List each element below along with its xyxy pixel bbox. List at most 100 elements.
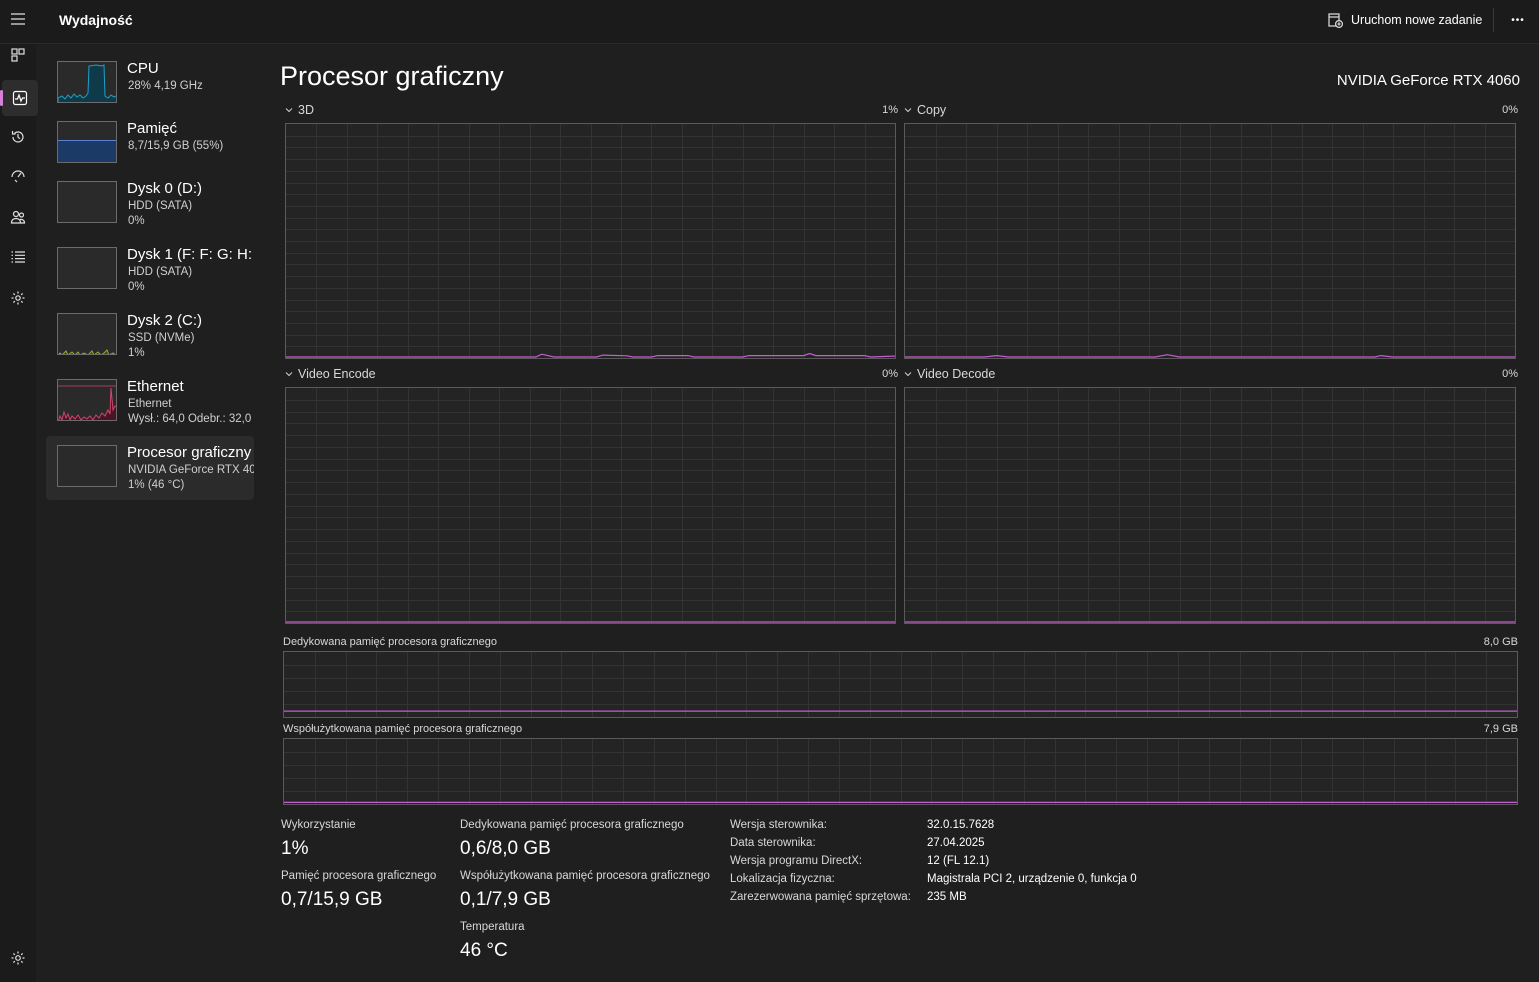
app-history-icon [11,131,24,143]
run-new-task-label: Uruchom nowe zadanie [1351,13,1483,27]
shared-memory-value: 0,1/7,9 GB [460,889,551,910]
shared-memory-graph-label: Współużytkowana pamięć procesora graficz… [283,723,523,735]
nav-app-history[interactable] [0,119,36,155]
graph-max-pct: 1% [882,104,898,116]
shared-memory-label: Współużytkowana pamięć procesora graficz… [460,870,710,882]
cpu-thumbnail-graph [57,61,117,103]
device-type: HDD (SATA) [128,266,193,278]
disk-2-thumbnail-graph [57,313,117,355]
device-name: Dysk 1 (F: F: G: H: I [127,246,254,263]
device-usage: 1% [128,347,145,359]
graph-grid [286,388,895,623]
shared-memory-graph-max: 7,9 GB [1483,723,1518,735]
dedicated-memory-value: 0,6/8,0 GB [460,838,551,859]
temperature-label: Temperatura [460,921,525,933]
graph-max-pct: 0% [882,368,898,380]
nav-details[interactable] [0,239,36,275]
physical-location-value: Magistrala PCI 2, urządzenie 0, funkcja … [927,873,1137,885]
startup-apps-icon [11,170,25,183]
device-throughput: Wysł.: 64,0 Odebr.: 32,0 [128,413,252,425]
new-task-icon [1328,12,1343,28]
device-name: Dysk 2 (C:) [127,312,202,329]
graph-label: Video Encode [298,367,376,381]
memory-thumbnail-graph [57,121,117,163]
dedicated-memory-label: Dedykowana pamięć procesora graficznego [460,819,684,831]
gpu-memory-label: Pamięć procesora graficznego [281,870,437,882]
graph-max-pct: 0% [1502,368,1518,380]
device-detail: 28% 4,19 GHz [128,80,203,92]
reserved-memory-label: Zarezerwowana pamięć sprzętowa: [730,891,911,903]
nav-users[interactable] [0,199,36,235]
graph-video-decode [904,387,1516,624]
device-memory[interactable]: Pamięć 8,7/15,9 GB (55%) [46,112,254,176]
engine-selector-3d[interactable]: 3D [285,103,314,117]
chevron-down-icon [285,372,293,377]
graph-grid [905,388,1515,623]
disk-0-thumbnail-graph [57,181,117,223]
device-name: Pamięć [127,120,178,137]
page-title: Procesor graficzny [280,61,504,91]
device-name: Ethernet [127,378,184,395]
directx-version-value: 12 (FL 12.1) [927,855,990,867]
graph-grid [284,739,1517,804]
dedicated-memory-graph [283,651,1518,718]
graph-grid [905,124,1515,358]
device-ethernet[interactable]: Ethernet Ethernet Wysł.: 64,0 Odebr.: 32… [46,370,254,434]
driver-date-value: 27.04.2025 [927,837,985,849]
reserved-memory-value: 235 MB [927,891,967,903]
chevron-down-icon [285,108,293,113]
device-type: SSD (NVMe) [128,332,195,344]
graph-video-encode [285,387,896,624]
graph-label: Copy [917,103,947,117]
gpu-memory-value: 0,7/15,9 GB [281,889,383,910]
engine-selector-copy[interactable]: Copy [904,103,946,117]
hamburger-icon [11,13,25,25]
chevron-down-icon [904,108,912,113]
graph-3d [285,123,896,359]
device-disk-1[interactable]: Dysk 1 (F: F: G: H: I HDD (SATA) 0% [46,238,254,302]
device-model: NVIDIA GeForce RTX 4060 [128,464,254,476]
processes-icon [11,48,25,62]
device-cpu[interactable]: CPU 28% 4,19 GHz [46,52,254,116]
utilization-label: Wykorzystanie [281,819,356,831]
services-icon [11,291,25,305]
device-type: HDD (SATA) [128,200,193,212]
graph-label: 3D [298,103,314,117]
driver-date-label: Data sterownika: [730,837,816,849]
settings-icon [11,951,25,965]
device-usage: 0% [128,281,145,293]
device-usage: 0% [128,215,145,227]
engine-selector-video-encode[interactable]: Video Encode [285,367,376,381]
navigation-rail [0,44,38,982]
title-bar: Wydajność Uruchom nowe zadanie ••• [0,0,1539,44]
graph-copy [904,123,1516,359]
graph-grid [284,652,1517,717]
device-usage: 1% (46 °C) [128,479,185,491]
device-name: Dysk 0 (D:) [127,180,202,197]
nav-settings[interactable] [0,940,36,976]
driver-version-value: 32.0.15.7628 [927,819,995,831]
device-disk-0[interactable]: Dysk 0 (D:) HDD (SATA) 0% [46,172,254,236]
nav-processes[interactable] [0,37,36,73]
device-name: Procesor graficzny [127,444,252,461]
chevron-down-icon [904,372,912,377]
hamburger-menu-button[interactable] [0,0,36,38]
more-options-button[interactable]: ••• [1504,8,1532,32]
users-icon [10,210,26,224]
graph-grid [286,124,895,358]
nav-services[interactable] [0,280,36,316]
gpu-thumbnail-graph [57,445,117,487]
engine-selector-video-decode[interactable]: Video Decode [904,367,995,381]
device-disk-2[interactable]: Dysk 2 (C:) SSD (NVMe) 1% [46,304,254,368]
graph-label: Video Decode [917,367,996,381]
nav-performance[interactable] [0,80,38,116]
directx-version-label: Wersja programu DirectX: [730,855,863,867]
device-gpu[interactable]: Procesor graficzny NVIDIA GeForce RTX 40… [46,436,254,500]
page-section-title: Wydajność [59,12,133,28]
device-type: Ethernet [128,398,172,410]
run-new-task-button[interactable]: Uruchom nowe zadanie [1322,8,1488,32]
nav-startup-apps[interactable] [0,159,36,195]
gpu-model-name: NVIDIA GeForce RTX 4060 [1336,72,1520,89]
toolbar-divider [1493,8,1494,32]
details-icon [11,251,25,263]
